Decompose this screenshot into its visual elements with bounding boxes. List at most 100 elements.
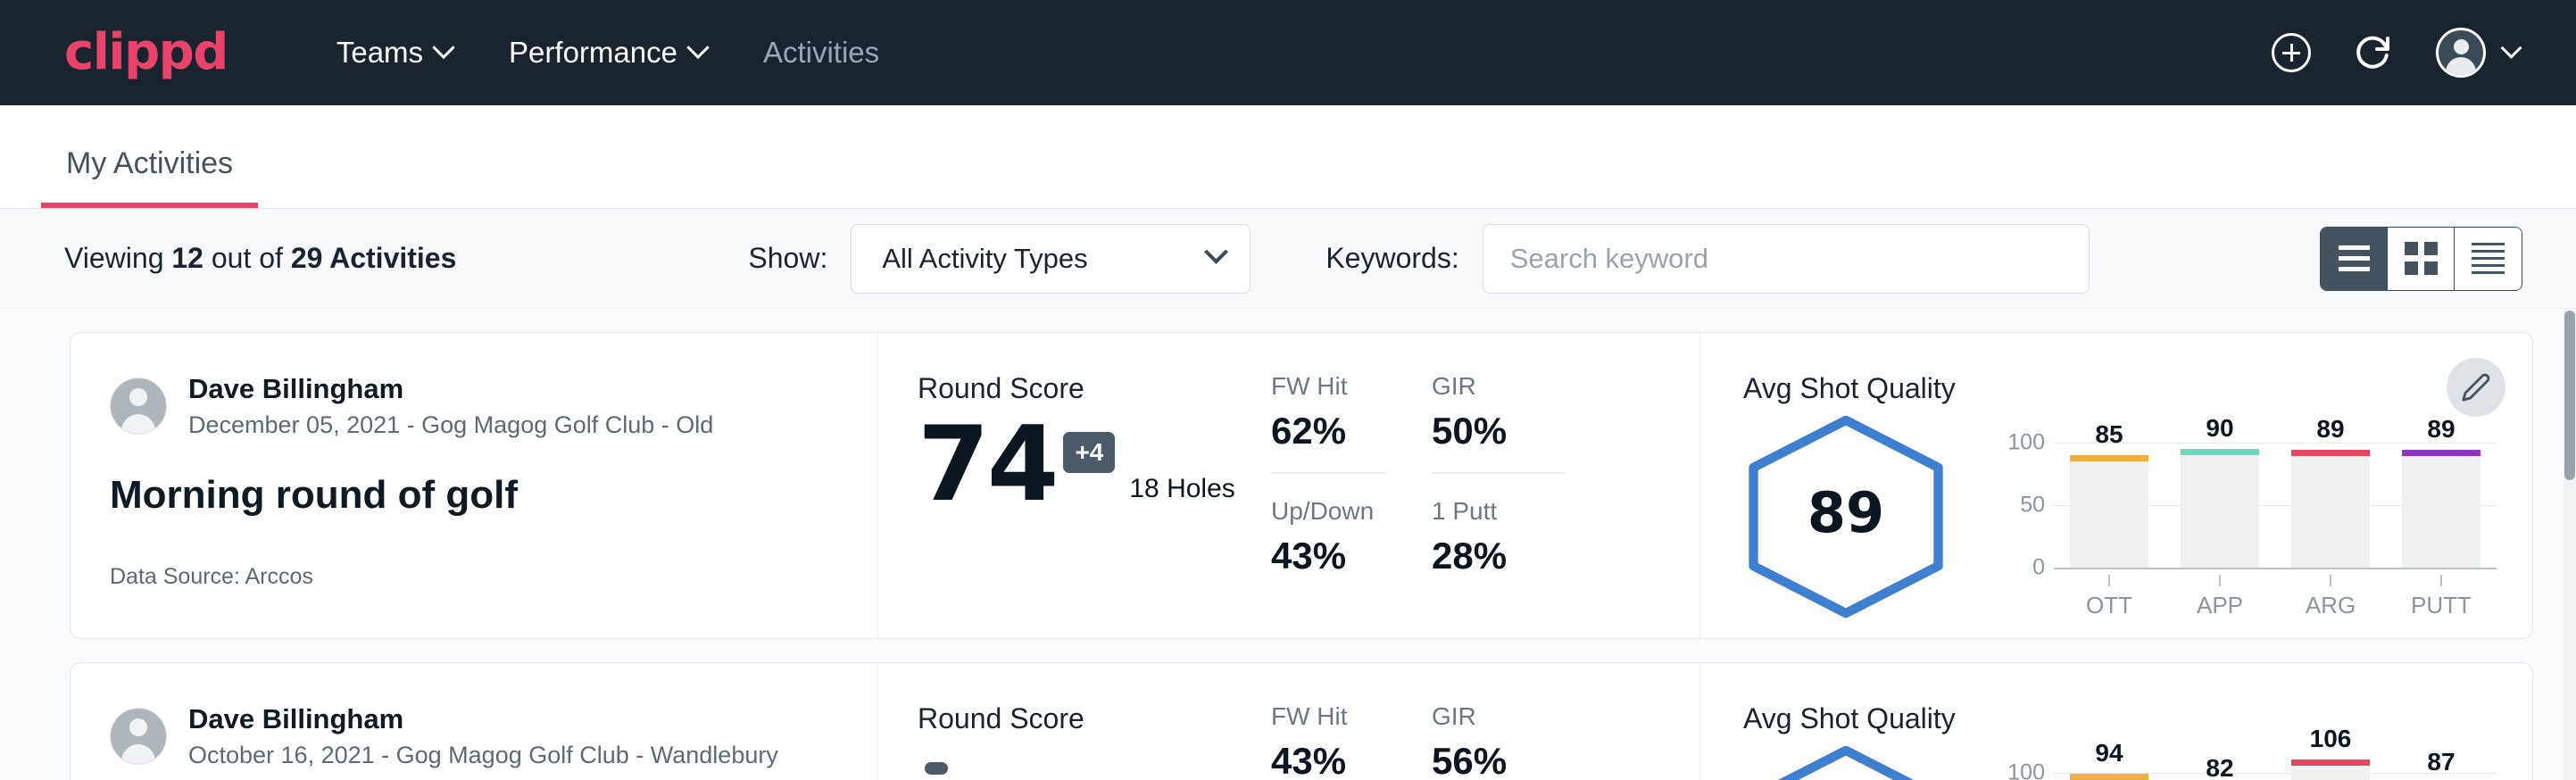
- chart-axis-line: [2054, 568, 2497, 569]
- chart-bar-body: [2181, 455, 2259, 568]
- shot-quality-chart: 050100 948210687 OTTAPPARGPUTT: [1993, 748, 2497, 780]
- chart-bar: 85: [2070, 418, 2148, 568]
- up-down-value: 43%: [1271, 535, 1387, 577]
- chart-plot-area: 85908989: [2054, 418, 2497, 568]
- avatar: [110, 708, 167, 765]
- chart-bar-value: 87: [2427, 748, 2455, 776]
- score-to-par-badge: [925, 762, 948, 775]
- activity-summary-column: Dave Billingham December 05, 2021 - Gog …: [71, 333, 878, 638]
- scrollbar-thumb[interactable]: [2564, 311, 2575, 480]
- clippd-logo[interactable]: clippd: [64, 28, 228, 78]
- chart-x-tick-label: APP: [2181, 592, 2259, 619]
- chart-bar-body: [2402, 456, 2480, 568]
- chart-x-tick: APP: [2181, 575, 2259, 619]
- chart-bar-body: [2291, 766, 2370, 780]
- chart-y-axis: 050100: [1993, 748, 2054, 780]
- chart-x-tick-label: OTT: [2070, 592, 2148, 619]
- refresh-icon[interactable]: [2352, 29, 2395, 77]
- round-score-value: 74: [918, 421, 1056, 510]
- search-input[interactable]: [1483, 224, 2090, 294]
- activity-list: Dave Billingham December 05, 2021 - Gog …: [0, 309, 2576, 780]
- player-name: Dave Billingham: [188, 702, 778, 737]
- nav-item-activities[interactable]: Activities: [735, 25, 908, 80]
- main-nav-items: Teams Performance Activities: [308, 25, 908, 80]
- gir-value: 56%: [1432, 740, 1566, 780]
- view-mode-list-button[interactable]: [2321, 228, 2388, 290]
- chart-tick-mark: [2440, 575, 2442, 586]
- fw-hit-value: 62%: [1271, 410, 1387, 474]
- filter-toolbar: Viewing 12 out of 29 Activities Show: Al…: [0, 209, 2576, 309]
- fw-hit-label: FW Hit: [1271, 702, 1387, 731]
- top-navigation-bar: clippd Teams Performance Activities: [0, 0, 2576, 105]
- chart-bar-value: 106: [2310, 725, 2352, 753]
- chart-tick-mark: [2108, 575, 2110, 586]
- view-mode-grid-button[interactable]: [2388, 228, 2455, 290]
- one-putt-value: 28%: [1432, 535, 1566, 577]
- chart-bar-value: 82: [2206, 754, 2233, 780]
- avg-shot-quality-value: 89: [1807, 480, 1884, 545]
- show-label: Show:: [748, 242, 827, 275]
- activity-meta: October 16, 2021 - Gog Magog Golf Club -…: [188, 740, 778, 771]
- viewing-middle: out of: [212, 242, 283, 274]
- shot-quality-bars: 050100 85908989: [1993, 418, 2497, 568]
- activity-type-select[interactable]: All Activity Types: [851, 224, 1251, 294]
- viewing-prefix: Viewing: [64, 242, 163, 274]
- chart-y-tick: 0: [2032, 555, 2045, 581]
- pencil-icon: [2461, 372, 2491, 402]
- chart-bar-value: 85: [2095, 420, 2123, 449]
- tab-my-activities[interactable]: My Activities: [41, 146, 258, 208]
- nav-right-actions: [2272, 28, 2519, 78]
- activity-card[interactable]: Dave Billingham December 05, 2021 - Gog …: [70, 332, 2533, 639]
- activity-card[interactable]: Dave Billingham October 16, 2021 - Gog M…: [70, 662, 2533, 780]
- nav-item-performance[interactable]: Performance: [480, 25, 735, 80]
- activity-title: Morning round of golf: [110, 473, 835, 518]
- round-score-label: Round Score: [918, 702, 1271, 735]
- edit-activity-button[interactable]: [2447, 358, 2505, 417]
- chart-bar-value: 94: [2095, 739, 2123, 768]
- one-putt-label: 1 Putt: [1432, 497, 1566, 526]
- chart-bar-cap: [2070, 774, 2148, 780]
- user-avatar-icon: [2436, 28, 2486, 78]
- viewing-count-text: Viewing 12 out of 29 Activities: [64, 242, 456, 275]
- chevron-down-icon: [686, 37, 709, 59]
- page-scrollbar[interactable]: [2564, 309, 2576, 780]
- account-menu[interactable]: [2436, 28, 2519, 78]
- chart-bar-cap: [2070, 455, 2148, 461]
- score-to-par-badge: +4: [1063, 432, 1115, 473]
- round-score-column: Round Score 74 +4 18 Holes: [878, 333, 1271, 638]
- chart-x-tick-label: PUTT: [2402, 592, 2480, 619]
- avatar: [110, 378, 167, 435]
- activity-summary-column: Dave Billingham October 16, 2021 - Gog M…: [71, 663, 878, 780]
- nav-item-teams-label: Teams: [337, 36, 423, 70]
- chevron-down-icon: [1204, 240, 1228, 264]
- viewing-total: 29 Activities: [291, 242, 457, 274]
- chart-bar-cap: [2291, 450, 2370, 456]
- grid-view-icon: [2405, 242, 2438, 275]
- chart-bar: 82: [2181, 748, 2259, 780]
- plus-circle-icon[interactable]: [2272, 33, 2311, 72]
- avg-shot-quality-label: Avg Shot Quality: [1743, 702, 2497, 735]
- viewing-count: 12: [171, 242, 204, 274]
- chart-bar-cap: [2402, 450, 2480, 456]
- chart-bars: 85908989: [2054, 418, 2497, 568]
- chevron-down-icon: [2500, 37, 2522, 58]
- keywords-group: Keywords:: [1325, 224, 2089, 294]
- chart-y-axis: 050100: [1993, 418, 2054, 568]
- chart-x-tick: ARG: [2291, 575, 2370, 619]
- chart-x-tick-label: ARG: [2291, 592, 2370, 619]
- round-stats-grid: FW Hit GIR 62% 50% Up/Down 1 Putt 43% 28…: [1271, 333, 1699, 638]
- avg-shot-quality-column: Avg Shot Quality 050100 948210687 OTTAPP…: [1699, 663, 2532, 780]
- shot-quality-bars: 050100 948210687: [1993, 748, 2497, 780]
- chart-bar-body: [2291, 456, 2370, 568]
- chart-bar-body: [2070, 461, 2148, 568]
- chart-y-tick: 100: [2007, 760, 2045, 780]
- avg-shot-quality-hexagon: [1743, 744, 1949, 780]
- up-down-label: Up/Down: [1271, 497, 1387, 526]
- chart-bar: 94: [2070, 748, 2148, 780]
- chart-bar-cap: [2291, 759, 2370, 766]
- chart-bar: 87: [2402, 748, 2480, 780]
- chart-tick-mark: [2330, 575, 2331, 586]
- view-mode-compact-button[interactable]: [2455, 228, 2522, 290]
- nav-item-teams[interactable]: Teams: [308, 25, 480, 80]
- tab-my-activities-label: My Activities: [66, 146, 233, 180]
